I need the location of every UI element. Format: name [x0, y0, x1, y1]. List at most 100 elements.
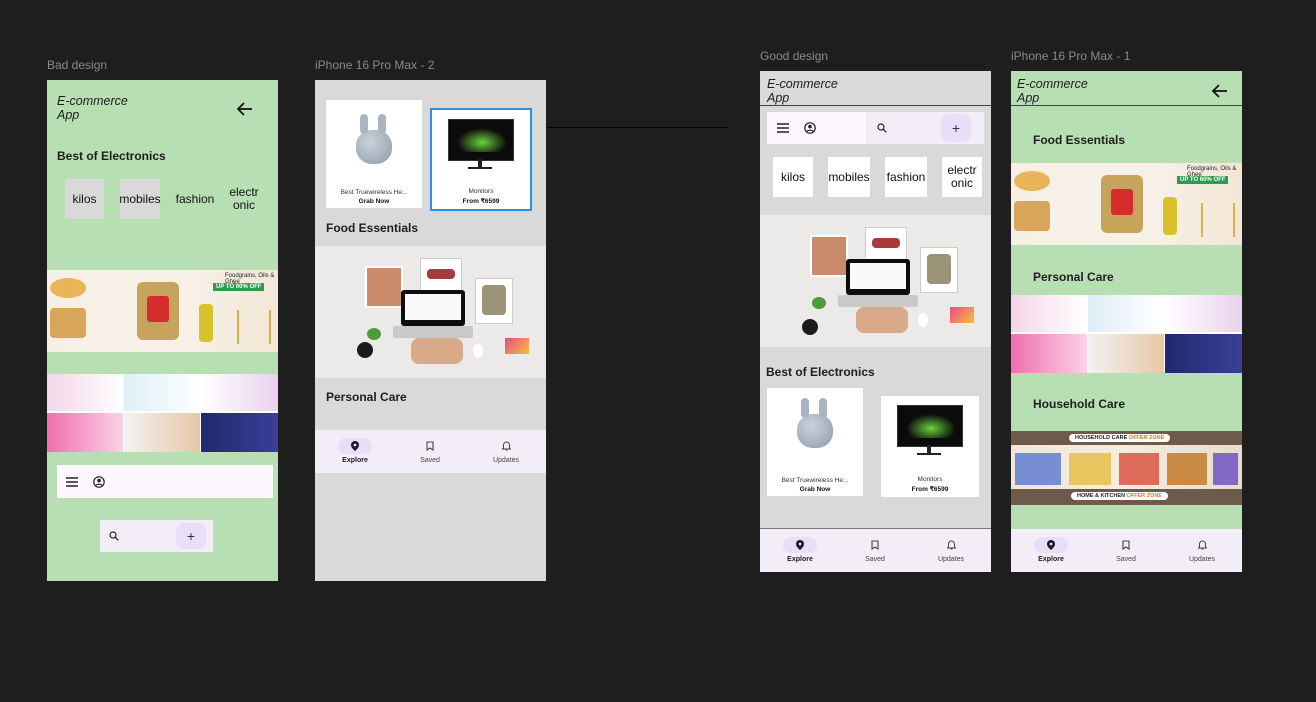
- search-icon[interactable]: [874, 120, 890, 136]
- section-title-household: Household Care: [1033, 397, 1126, 411]
- household-banner-top: HOUSEHOLD CARE OFFER ZONE: [1069, 434, 1171, 442]
- chip-fashion[interactable]: fashion: [885, 157, 927, 197]
- care-tile-2: [124, 374, 200, 411]
- household-top-accent: OFFER ZONE: [1128, 435, 1165, 441]
- bell-icon: [489, 438, 523, 454]
- frame-label-iphone1: iPhone 16 Pro Max - 1: [1011, 49, 1131, 63]
- nav-updates[interactable]: Updates: [1185, 537, 1219, 563]
- nav-saved-label: Saved: [1116, 556, 1136, 563]
- monitor-label: Monitors: [917, 476, 943, 483]
- account-icon[interactable]: [90, 473, 108, 491]
- care-tile-4: [47, 413, 123, 452]
- back-arrow-icon[interactable]: [234, 99, 256, 119]
- monitor-cta[interactable]: From ₹6599: [432, 197, 530, 205]
- nav-updates-label: Updates: [937, 556, 965, 563]
- grain-jar-image: [50, 308, 86, 338]
- header-divider: [760, 105, 991, 106]
- chip-electronic[interactable]: electr onic: [942, 157, 982, 197]
- account-icon[interactable]: [802, 120, 818, 136]
- shoe-card: [865, 227, 907, 261]
- frame-label-bad: Bad design: [47, 58, 108, 72]
- chip-electronic[interactable]: electr onic: [224, 179, 264, 219]
- search-icon[interactable]: [106, 528, 122, 544]
- care-tile-6: [1165, 334, 1242, 373]
- add-button[interactable]: +: [176, 523, 206, 549]
- section-title-food: Food Essentials: [1033, 133, 1126, 147]
- chip-fashion[interactable]: fashion: [172, 179, 218, 219]
- bad-design-frame: E-commerce App Best of Electronics kilos…: [47, 80, 278, 581]
- bell-icon: [1185, 537, 1219, 553]
- household-care-banner[interactable]: HOUSEHOLD CARE OFFER ZONE HOME & KITCHEN…: [1011, 431, 1242, 505]
- personal-care-banner[interactable]: [1011, 295, 1242, 373]
- nav-saved-label: Saved: [420, 457, 440, 464]
- plant-image: [367, 328, 381, 340]
- grain-jar-image: [1014, 201, 1050, 231]
- wheat-image: [1201, 203, 1235, 237]
- chip-electronic-line2: onic: [232, 198, 255, 212]
- bookmark-icon: [858, 537, 892, 553]
- chip-electronic-line2: onic: [950, 176, 973, 190]
- search-bar[interactable]: +: [100, 520, 213, 552]
- nav-updates[interactable]: Updates: [489, 438, 523, 464]
- nav-saved[interactable]: Saved: [1109, 537, 1143, 563]
- nav-saved[interactable]: Saved: [858, 537, 892, 563]
- household-bottom-accent: OFFER ZONE: [1126, 493, 1162, 499]
- chip-mobiles[interactable]: mobiles: [119, 179, 161, 219]
- product-card-monitors[interactable]: Monitors From ₹6599: [430, 108, 532, 211]
- earbuds-cta[interactable]: Grab Now: [767, 486, 863, 493]
- chip-kilos[interactable]: kilos: [773, 157, 813, 197]
- monitor-image: [897, 405, 963, 447]
- menu-icon[interactable]: [775, 120, 791, 136]
- add-button[interactable]: +: [941, 114, 971, 142]
- monitor-cta[interactable]: From ₹6599: [881, 485, 979, 493]
- nav-explore[interactable]: Explore: [782, 537, 818, 563]
- mouse-image: [918, 313, 928, 327]
- food-essentials-banner[interactable]: Foodgrains, Oils & Ghee UP TO 60% OFF: [1011, 163, 1242, 245]
- bottom-nav: Explore Saved Updates: [760, 529, 991, 572]
- search-bar[interactable]: +: [866, 112, 984, 144]
- toolbar: [57, 465, 273, 498]
- wheat-image: [237, 310, 271, 344]
- personal-care-banner[interactable]: [47, 374, 278, 452]
- nav-explore[interactable]: Explore: [337, 438, 373, 464]
- care-tile-5: [1088, 334, 1164, 373]
- app-title: E-commerce App: [767, 77, 838, 105]
- shoe-card: [420, 258, 462, 292]
- care-tile-5: [124, 413, 200, 452]
- product-card-earbuds[interactable]: Best Truewireless He... Grab Now: [767, 388, 863, 496]
- chip-kilos[interactable]: kilos: [65, 179, 104, 219]
- hands-image: [856, 307, 908, 333]
- monitor-image: [448, 119, 514, 161]
- explore-pin-icon: [1034, 537, 1068, 553]
- section-title-electronics: Best of Electronics: [766, 365, 875, 379]
- section-title-food: Food Essentials: [326, 221, 419, 235]
- earbuds-label: Best Truewireless He...: [340, 189, 408, 196]
- earbuds-label: Best Truewireless He...: [781, 477, 849, 484]
- shopping-hero-banner[interactable]: [315, 246, 546, 378]
- nav-updates[interactable]: Updates: [934, 537, 968, 563]
- section-title-personal: Personal Care: [326, 390, 407, 404]
- oil-bottle-image: [1163, 197, 1177, 235]
- back-arrow-icon[interactable]: [1209, 81, 1231, 101]
- household-top-text: HOUSEHOLD CARE: [1075, 435, 1128, 441]
- food-essentials-banner[interactable]: Foodgrains, Oils & Ghee UP TO 60% OFF: [47, 270, 278, 352]
- app-title: E-commerce App: [1017, 77, 1088, 105]
- plus-icon: +: [951, 120, 961, 136]
- section-title-personal: Personal Care: [1033, 270, 1114, 284]
- menu-icon[interactable]: [63, 473, 81, 491]
- nav-explore[interactable]: Explore: [1033, 537, 1069, 563]
- chip-mobiles[interactable]: mobiles: [828, 157, 870, 197]
- care-tile-3: [1165, 295, 1242, 332]
- plant-image: [812, 297, 826, 309]
- iphone2-frame: Best Truewireless He... Grab Now Monitor…: [315, 80, 546, 581]
- earbuds-cta[interactable]: Grab Now: [326, 198, 422, 205]
- grain-bowl-image: [50, 278, 86, 298]
- shopping-hero-banner[interactable]: [760, 215, 991, 347]
- product-card-monitors[interactable]: Monitors From ₹6599: [881, 396, 979, 497]
- header-divider: [1011, 105, 1242, 106]
- nav-explore-label: Explore: [787, 556, 813, 563]
- product-card-earbuds[interactable]: Best Truewireless He... Grab Now: [326, 100, 422, 208]
- monitor-label: Monitors: [468, 188, 494, 195]
- nav-saved[interactable]: Saved: [413, 438, 447, 464]
- bottom-nav: Explore Saved Updates: [1011, 529, 1242, 572]
